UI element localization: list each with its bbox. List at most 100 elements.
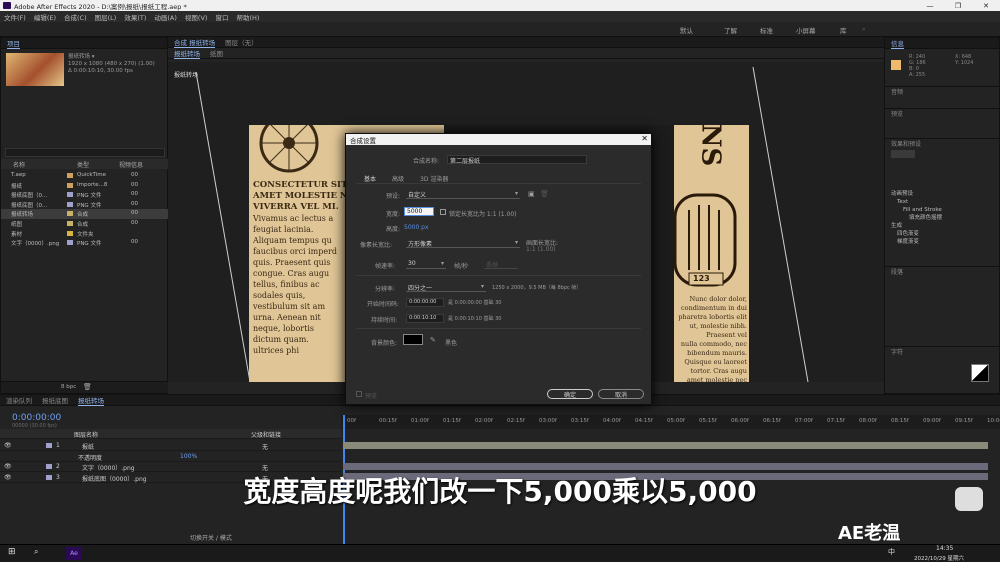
section-audio[interactable]: 音频 [885, 86, 1000, 96]
start-timecode-field[interactable]: 0:00:00:00 [406, 298, 444, 307]
layer-parent[interactable]: 无 [262, 442, 268, 451]
visibility-eye-icon[interactable]: 👁 [4, 442, 12, 449]
tab-render-queue[interactable]: 渲染队列 [6, 395, 32, 405]
tab-project[interactable]: 项目 [7, 38, 20, 49]
workspace-small-screen[interactable]: 小屏幕 [796, 25, 816, 35]
label-color-swatch[interactable] [46, 443, 52, 448]
effects-tree-item[interactable]: 动画预设 [891, 190, 942, 198]
label-color-swatch[interactable] [67, 182, 73, 188]
label-color-swatch[interactable] [67, 211, 73, 217]
layer-name[interactable]: 报纸 [82, 442, 94, 451]
duration-field[interactable]: 0:00:10:10 [406, 314, 444, 323]
eyedropper-icon[interactable]: ✎ [430, 336, 436, 344]
menu-layer[interactable]: 图层(L) [95, 12, 117, 22]
search-icon[interactable]: ⌕ [34, 547, 38, 557]
layer-bar-2[interactable] [343, 463, 988, 470]
close-button[interactable]: ✕ [972, 0, 1000, 11]
label-color-swatch[interactable] [46, 464, 52, 469]
clock-time[interactable]: 14:35 [936, 545, 953, 552]
tab-comp-timeline[interactable]: 报纸转场 [78, 395, 104, 406]
menu-edit[interactable]: 编辑(E) [34, 12, 56, 22]
drop-frame-dropdown[interactable]: 丢帧 [484, 260, 518, 269]
comp-name-field[interactable]: 第二层报纸 [447, 155, 587, 165]
current-timecode[interactable]: 0:00:00:00 [12, 413, 61, 423]
section-paragraph[interactable]: 段落 [885, 266, 1000, 276]
tab-paper-base[interactable]: 报纸底图 [42, 395, 68, 405]
bg-color-swatch[interactable] [403, 334, 423, 345]
delete-preset-icon[interactable]: 🗑 [540, 190, 549, 198]
project-list-item[interactable]: 报纸底图（0... PNG 文件 00 [1, 190, 169, 200]
dialog-close-button[interactable]: ✕ [641, 134, 648, 143]
ok-button[interactable]: 确定 [547, 389, 593, 399]
time-ruler[interactable]: 00f 00:15f 01:00f 01:15f 02:00f 02:15f 03:00f 0… [341, 415, 1000, 429]
menu-file[interactable]: 文件(F) [4, 12, 26, 22]
lock-aspect-checkbox[interactable] [440, 209, 446, 215]
effects-tree-item[interactable]: 四色渐变 [891, 230, 942, 238]
tab-advanced[interactable]: 高级 [392, 174, 404, 183]
workspace-libraries[interactable]: 库 [840, 25, 847, 35]
layer-name[interactable]: 不透明度 [78, 453, 102, 462]
tab-layer[interactable]: 图层（无） [225, 37, 258, 47]
workspace-default[interactable]: 默认 [680, 25, 693, 35]
project-list-item[interactable]: 报纸转场 合成 00 [1, 209, 169, 219]
subtab-comp[interactable]: 报纸转场 [174, 48, 200, 59]
height-value[interactable]: 5000 px [404, 224, 429, 231]
effects-tree-item[interactable]: Fill and Stroke [891, 206, 942, 214]
label-color-swatch[interactable] [67, 230, 73, 236]
preview-checkbox[interactable] [356, 391, 362, 397]
project-item-name[interactable]: 报纸转场 ▾ [68, 54, 155, 61]
project-list-item[interactable]: 素材 文件夹 [1, 229, 169, 239]
layer-parent[interactable]: 100% [180, 453, 197, 460]
fps-dropdown[interactable]: 30 ▾ [406, 260, 446, 269]
preset-dropdown[interactable]: 自定义 ▾ [406, 190, 520, 199]
header-type[interactable]: 类型 [77, 160, 89, 169]
label-color-swatch[interactable] [67, 240, 73, 246]
effects-tree-item[interactable]: 填充颜色摇摆 [891, 214, 942, 222]
subtab-paper[interactable]: 纸图 [210, 48, 223, 58]
fill-stroke-swatch[interactable] [971, 364, 989, 382]
clock-date[interactable]: 2022/10/29 星期六 [914, 554, 964, 562]
width-field[interactable]: 5000 [404, 207, 434, 216]
label-color-swatch[interactable] [67, 192, 73, 198]
toggle-switches-modes[interactable]: 切换开关 / 模式 [190, 533, 232, 542]
project-list-item[interactable]: 文字（0000）.png PNG 文件 00 [1, 238, 169, 248]
label-color-swatch[interactable] [67, 221, 73, 226]
header-video-info[interactable]: 视频信息 [119, 160, 143, 169]
label-color-swatch[interactable] [67, 201, 73, 207]
workspace-standard[interactable]: 标准 [760, 25, 773, 35]
project-list-item[interactable]: 报纸底图（0... PNG 文件 00 [1, 200, 169, 210]
timeline-layer-row[interactable]: 👁 1 报纸 无 [0, 441, 341, 451]
resolution-dropdown[interactable]: 四分之一 ▾ [406, 283, 486, 292]
save-preset-icon[interactable]: ▣ [528, 190, 535, 198]
menu-help[interactable]: 帮助(H) [236, 12, 259, 22]
windows-start-icon[interactable]: ⊞ [8, 547, 16, 557]
project-search-input[interactable] [5, 148, 165, 157]
menu-composition[interactable]: 合成(C) [64, 12, 87, 22]
maximize-button[interactable]: ❐ [944, 0, 972, 11]
label-color-swatch[interactable] [67, 173, 73, 178]
menu-view[interactable]: 视图(V) [185, 12, 208, 22]
project-list-item[interactable]: 报纸 Importe...8 00 [1, 181, 169, 191]
effects-search-input[interactable] [891, 150, 915, 158]
visibility-eye-icon[interactable]: 👁 [4, 463, 12, 470]
project-list-item[interactable]: T.aep QuickTime 00 [1, 171, 169, 181]
bpc-indicator[interactable]: 8 bpc [61, 384, 76, 390]
effects-tree-item[interactable]: 梯度渐变 [891, 238, 942, 246]
after-effects-taskbar-app[interactable]: Ae [66, 547, 82, 560]
section-character[interactable]: 字符 [885, 346, 1000, 356]
tab-info[interactable]: 信息 [891, 38, 904, 49]
section-effects-presets[interactable]: 效果和预设 [885, 138, 1000, 148]
section-preview[interactable]: 预览 [885, 108, 1000, 118]
effects-tree-item[interactable]: 生成 [891, 222, 942, 230]
input-language[interactable]: 中 [888, 547, 895, 557]
timeline-layer-row[interactable]: 不透明度 100% [0, 452, 341, 462]
tab-composition[interactable]: 合成 报纸转场 [174, 37, 216, 48]
trash-icon[interactable]: 🗑 [83, 383, 92, 391]
effects-tree-item[interactable]: Text [891, 198, 942, 206]
cancel-button[interactable]: 取消 [598, 389, 644, 399]
project-list-item[interactable]: 纸图 合成 00 [1, 219, 169, 229]
tab-3d-renderer[interactable]: 3D 渲染器 [420, 174, 448, 183]
header-name[interactable]: 名称 [13, 160, 25, 169]
search-icon[interactable]: ⌕ [862, 25, 866, 34]
menu-animation[interactable]: 动画(A) [154, 12, 177, 22]
